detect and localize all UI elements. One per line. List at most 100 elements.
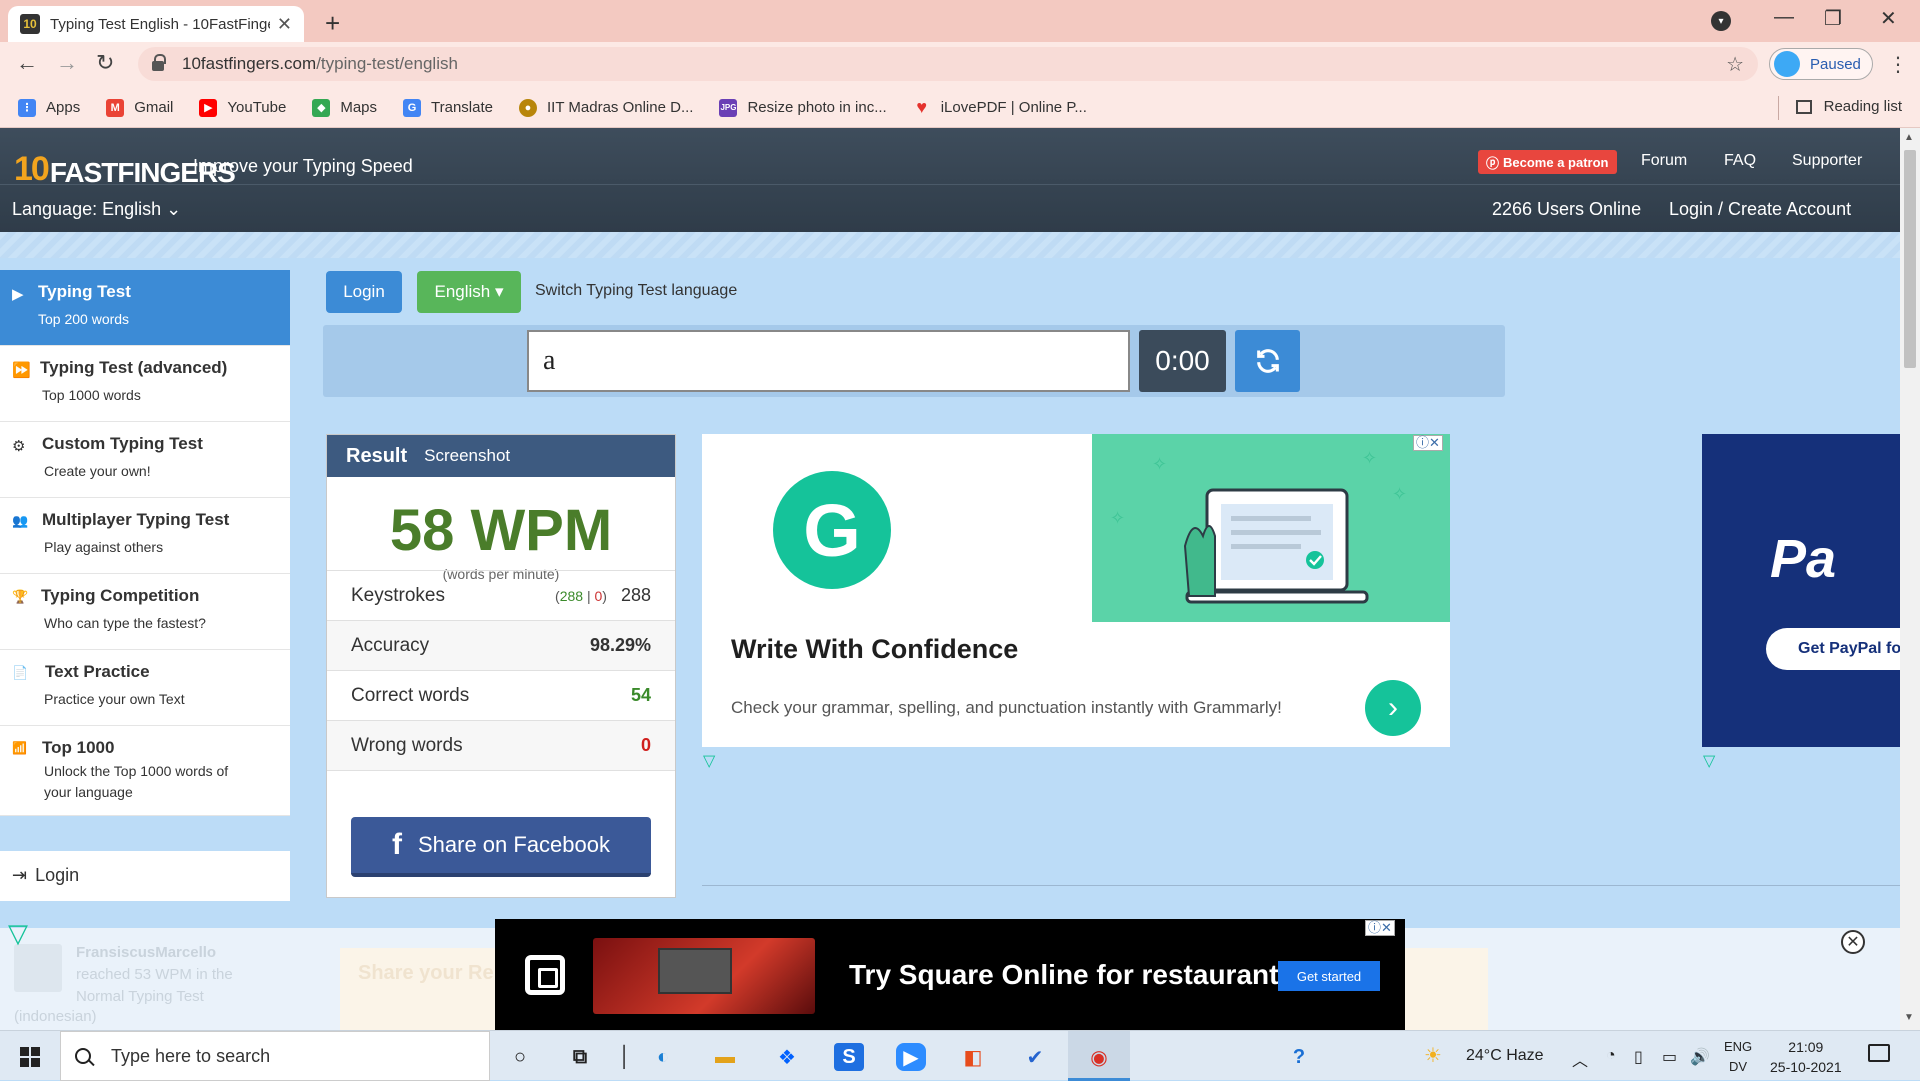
correct-words-row: Correct words 54 [327,670,675,720]
nav-faq[interactable]: FAQ [1724,152,1756,170]
dropbox-icon[interactable]: ❖ [772,1043,802,1071]
get-started-button[interactable]: Get started [1278,961,1380,991]
battery-icon[interactable]: ▭ [1662,1047,1677,1067]
bookmark-gmail[interactable]: M Gmail [106,98,173,117]
wifi-icon[interactable]: ◔ [1606,1047,1616,1065]
url-text: 10fastfingers.com/typing-test/english [182,54,458,73]
window-close-icon[interactable]: ✕ [1880,6,1897,31]
minimize-icon[interactable]: — [1774,6,1794,29]
windows-start-icon[interactable] [20,1047,40,1067]
divider [327,770,675,771]
become-patron-button[interactable]: ⓟ Become a patron [1478,150,1617,174]
scroll-up-icon[interactable]: ▲ [1904,132,1914,143]
reload-icon[interactable]: ↻ [96,50,114,76]
sidebar-item-text-practice[interactable]: 📄 Text Practice Practice your own Text [0,650,290,726]
bookmark-apps[interactable]: ⋮ Apps [18,98,80,117]
chrome-menu-icon[interactable]: ⋮ [1888,52,1908,77]
system-clock[interactable]: 21:09 25-10-2021 [1770,1037,1842,1077]
nav-forum[interactable]: Forum [1641,152,1687,170]
bookmark-resize-photo[interactable]: JPG Resize photo in inc... [719,98,887,117]
bookmark-youtube[interactable]: ▶ YouTube [199,98,286,117]
apps-grid-icon: ⋮ [18,98,36,117]
input-language[interactable]: ENG DV [1724,1037,1752,1077]
sidebar-menu: ▶ Typing Test Top 200 words ⏩ Typing Tes… [0,270,290,816]
correct-words-label: Correct words [351,684,470,706]
sidebar-item-sub: Create your own! [44,463,151,479]
task-view-icon[interactable]: ⧉ [565,1043,595,1071]
language-dropdown-button[interactable]: English ▾ [417,271,521,313]
close-ad-icon[interactable]: ✕ [1841,930,1865,954]
office-icon[interactable]: ◧ [958,1043,988,1071]
restart-button[interactable] [1235,330,1300,392]
taskbar-search[interactable]: Type here to search [60,1031,490,1081]
help-icon[interactable]: ? [1284,1043,1314,1071]
sidebar-item-sub: Top 1000 words [42,387,141,403]
cortana-icon[interactable]: ○ [505,1043,535,1071]
adchoices-icon[interactable]: ⓘ✕ [1365,920,1395,936]
scroll-down-icon[interactable]: ▼ [1904,1012,1914,1023]
reading-list-button[interactable]: Reading list [1795,98,1902,115]
nav-supporter[interactable]: Supporter [1792,152,1862,170]
tab-search-chevron-icon[interactable]: ▾ [1711,11,1731,31]
sidebar-item-typing-competition[interactable]: 🏆 Typing Competition Who can type the fa… [0,574,290,650]
device-icon[interactable]: ▯ [1634,1047,1643,1067]
tab-result[interactable]: Result [346,445,407,468]
language-selector[interactable]: Language: English ⌄ [12,199,181,220]
profile-button[interactable]: Paused [1769,48,1873,80]
maximize-icon[interactable]: ❐ [1824,6,1842,31]
notification-icon[interactable] [1868,1044,1890,1062]
page-scrollbar[interactable]: ▲ ▼ [1900,128,1920,1030]
app-s-icon[interactable]: S [834,1043,864,1071]
maps-icon: ◆ [312,98,331,117]
address-bar[interactable]: 10fastfingers.com/typing-test/english ☆ [138,47,1758,81]
volume-icon[interactable]: 🔊 [1690,1047,1710,1067]
edge-icon[interactable]: ◐ [648,1043,678,1071]
zoom-icon[interactable]: ▶ [896,1043,926,1071]
tab-close-icon[interactable]: ✕ [277,14,292,35]
adchoices-icon[interactable]: ⓘ✕ [1413,435,1443,451]
file-explorer-icon[interactable]: ▬ [710,1043,740,1071]
grammarly-logo-icon: G [773,471,891,589]
forward-arrow-icon[interactable]: → [56,50,78,76]
login-create-account-link[interactable]: Login / Create Account [1669,199,1851,220]
back-arrow-icon[interactable]: ← [16,50,38,76]
bookmark-ilovepdf[interactable]: ♥ iLovePDF | Online P... [913,97,1087,117]
weather-text[interactable]: 24°C Haze [1466,1047,1544,1065]
ad-arrow-button[interactable]: › [1365,680,1421,736]
lock-icon[interactable] [152,54,166,71]
login-button[interactable]: Login [326,271,402,313]
bookmark-maps[interactable]: ◆ Maps [312,98,377,117]
new-tab-plus-icon[interactable]: + [325,8,340,39]
get-paypal-button[interactable]: Get PayPal fo [1766,628,1900,670]
weather-icon[interactable]: ☀ [1424,1043,1442,1068]
paypal-ad[interactable]: Pa Get PayPal fo [1702,434,1900,747]
sidebar-login[interactable]: ⇥ Login [0,851,290,901]
sidebar-item-multiplayer[interactable]: 👥 Multiplayer Typing Test Play against o… [0,498,290,574]
todo-check-icon[interactable]: ✔ [1020,1043,1050,1071]
chrome-taskbar-item[interactable]: ◉ [1068,1031,1130,1081]
bookmark-iitm[interactable]: ● IIT Madras Online D... [519,98,693,117]
sidebar-item-top-1000[interactable]: 📶 Top 1000 Unlock the Top 1000 words of … [0,726,290,816]
bookmark-star-icon[interactable]: ☆ [1726,52,1744,77]
grammarly-ad[interactable]: G ✧ ✧ ✧ ✧ Write With Confidence Check yo… [702,434,1450,747]
sidebar-item-typing-test[interactable]: ▶ Typing Test Top 200 words [0,270,290,346]
cogs-icon: ⚙ [12,438,26,455]
show-hidden-icons-chevron-icon[interactable]: ︿ [1572,1047,1588,1071]
sidebar-item-typing-test-advanced[interactable]: ⏩ Typing Test (advanced) Top 1000 words [0,346,290,422]
bookmarks-bar: ⋮ Apps M Gmail ▶ YouTube ◆ Maps G Translate ●… [0,88,1920,128]
sidebar-item-custom-typing-test[interactable]: ⚙ Custom Typing Test Create your own! [0,422,290,498]
ad-marker-icon[interactable]: ▽ [1703,751,1715,771]
ad-marker-icon[interactable]: ▽ [8,918,28,949]
typing-input[interactable] [527,330,1130,392]
square-ad[interactable]: Try Square Online for restaurants. Get s… [495,919,1405,1030]
sparkle-icon: ✧ [1392,484,1408,504]
tab-screenshot[interactable]: Screenshot [424,446,510,466]
bookmark-translate[interactable]: G Translate [403,98,493,117]
heart-icon: ♥ [916,97,928,117]
ad-marker-icon[interactable]: ▽ [703,751,715,771]
share-facebook-button[interactable]: f Share on Facebook [351,817,651,877]
browser-tab[interactable]: 10 Typing Test English - 10FastFingers ✕ [8,6,304,42]
scrollbar-thumb[interactable] [1904,150,1916,368]
correct-words-value: 54 [630,685,651,705]
signal-bars-icon: 📶 [12,741,27,755]
